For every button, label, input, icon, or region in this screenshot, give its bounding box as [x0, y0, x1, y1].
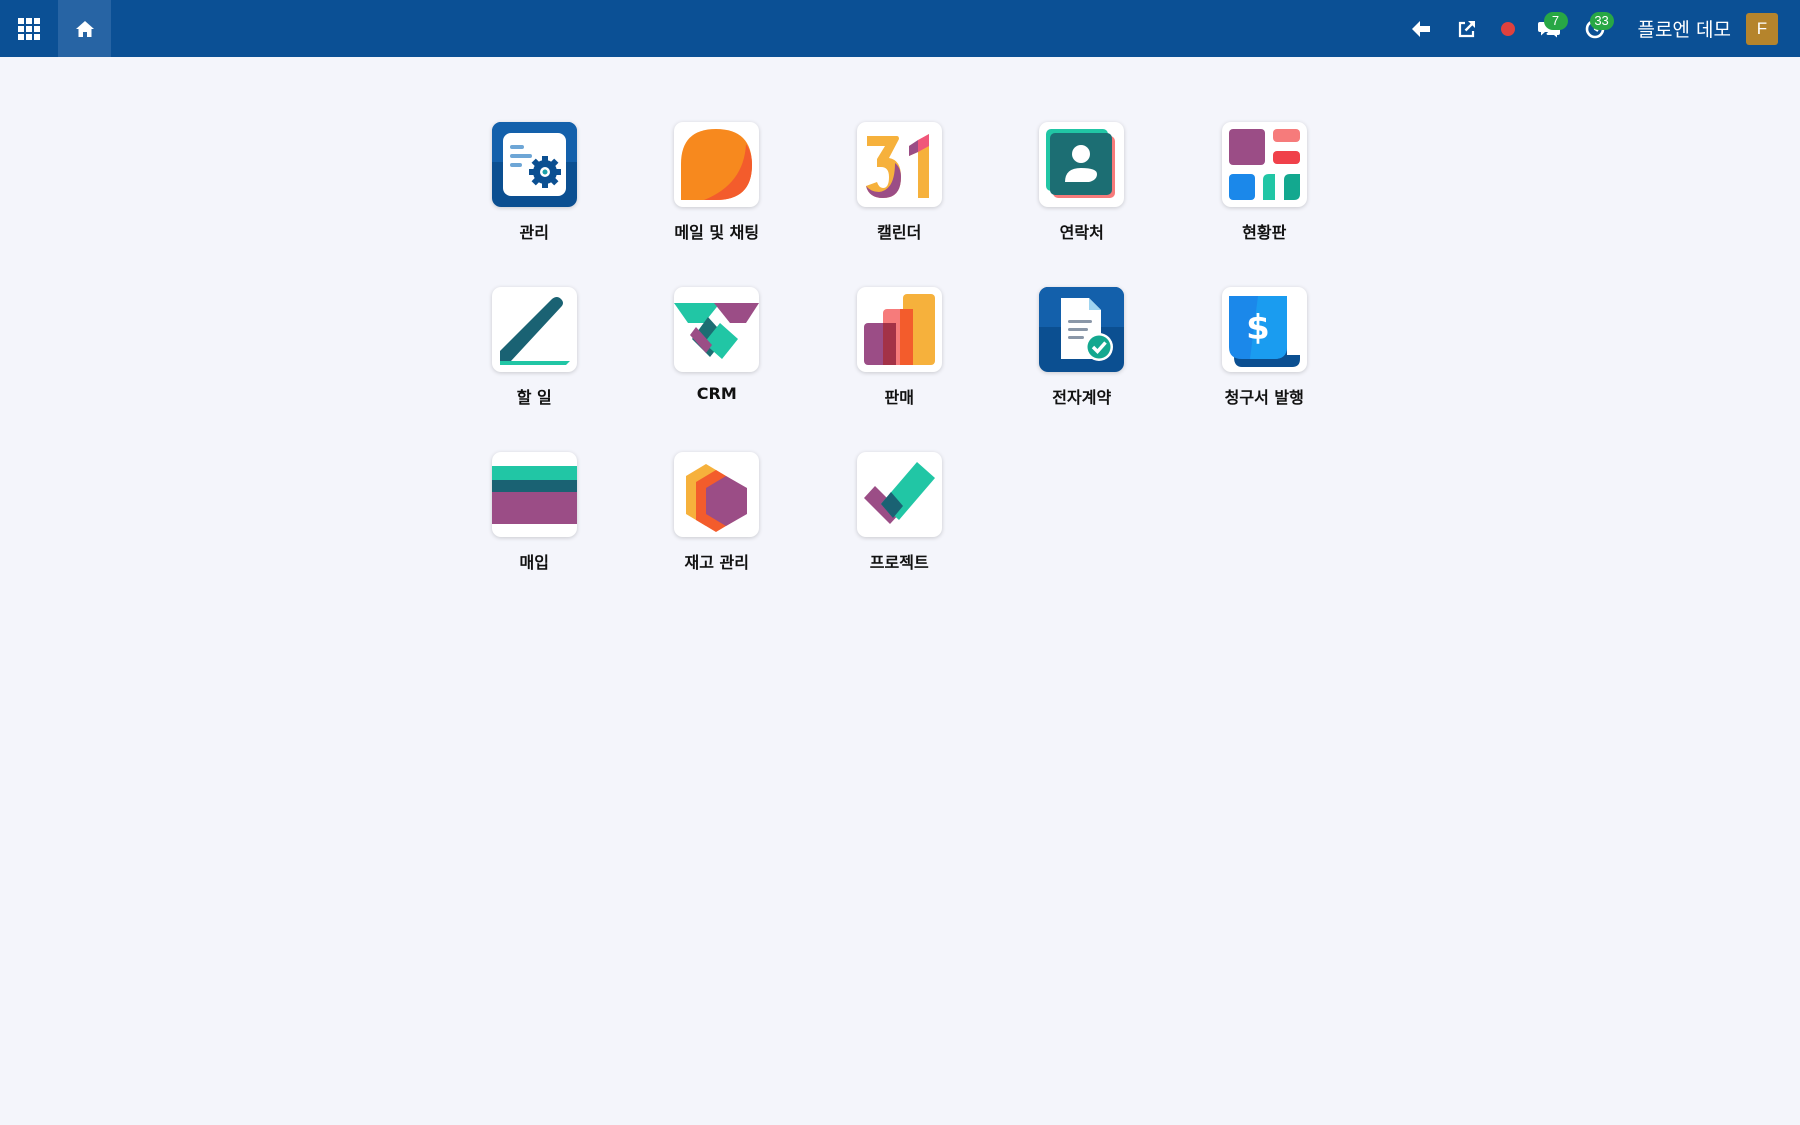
app-invoicing[interactable]: $ 청구서 발행: [1173, 287, 1356, 425]
app-calendar[interactable]: 캘린더: [808, 122, 991, 260]
app-contacts[interactable]: 연락처: [991, 122, 1174, 260]
status-indicator[interactable]: [1490, 0, 1526, 57]
app-inventory[interactable]: 재고 관리: [626, 452, 809, 590]
app-label: 프로젝트: [869, 553, 929, 572]
discuss-app-icon: [681, 129, 753, 200]
activities-button[interactable]: 33: [1572, 0, 1618, 57]
app-crm[interactable]: CRM: [626, 287, 809, 425]
messages-button[interactable]: 7: [1526, 0, 1572, 57]
app-purchase[interactable]: 매입: [443, 452, 626, 590]
app-label: 캘린더: [877, 223, 922, 242]
purchase-app-icon: [491, 466, 577, 524]
app-project[interactable]: 프로젝트: [808, 452, 991, 590]
sign-app-icon: [1039, 287, 1125, 372]
app-settings[interactable]: 관리: [443, 122, 626, 260]
open-external-button[interactable]: [1444, 0, 1490, 57]
app-label: 전자계약: [1052, 388, 1112, 407]
grid-icon: [18, 17, 40, 40]
status-dot-icon: [1500, 21, 1515, 36]
avatar[interactable]: F: [1746, 12, 1778, 45]
calendar-app-icon: [865, 134, 929, 198]
settings-app-icon: [491, 122, 577, 207]
external-link-icon: [1458, 20, 1475, 37]
app-label: 연락처: [1059, 223, 1104, 242]
back-button[interactable]: [1398, 0, 1444, 57]
contacts-app-icon: [1046, 129, 1116, 198]
app-grid: 관리 메일 및 채팅 캘린더 연락처 현황판 할 일 CRM 판매 전자계약 $…: [443, 122, 1356, 590]
app-sign[interactable]: 전자계약: [991, 287, 1174, 425]
invoicing-app-icon: $: [1228, 296, 1300, 367]
home-button[interactable]: [58, 0, 111, 57]
home-icon: [75, 20, 94, 37]
app-label: 현황판: [1242, 223, 1287, 242]
crm-app-icon: [674, 303, 760, 359]
inventory-app-icon: [686, 464, 748, 532]
project-app-icon: [863, 462, 935, 524]
app-label: 할 일: [516, 388, 552, 407]
app-dashboard[interactable]: 현황판: [1173, 122, 1356, 260]
dashboard-app-icon: [1228, 129, 1300, 200]
todo-app-icon: [499, 297, 570, 365]
app-discuss[interactable]: 메일 및 채팅: [626, 122, 809, 260]
user-name[interactable]: 플로엔 데모: [1638, 15, 1731, 42]
app-label: CRM: [696, 384, 737, 403]
svg-text:$: $: [1246, 308, 1270, 348]
app-todo[interactable]: 할 일: [443, 287, 626, 425]
app-menu-button[interactable]: [0, 0, 58, 57]
app-label: 재고 관리: [684, 553, 749, 572]
top-navbar: 7 33 플로엔 데모 F: [0, 0, 1800, 57]
sales-app-icon: [863, 294, 935, 365]
arrow-left-icon: [1411, 20, 1430, 37]
app-label: 청구서 발행: [1224, 388, 1304, 407]
messages-badge: 7: [1543, 12, 1568, 30]
navbar-systray: 7 33 플로엔 데모 F: [1398, 0, 1778, 57]
app-sales[interactable]: 판매: [808, 287, 991, 425]
app-label: 판매: [884, 388, 914, 407]
app-label: 매입: [519, 553, 549, 572]
app-label: 메일 및 채팅: [674, 223, 760, 242]
activities-badge: 33: [1589, 12, 1614, 30]
app-label: 관리: [519, 223, 549, 242]
